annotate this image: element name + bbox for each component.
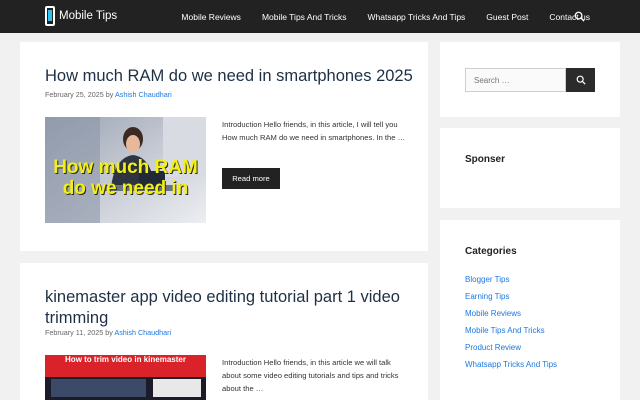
site-title[interactable]: Mobile Tips xyxy=(59,10,117,22)
read-more-button[interactable]: Read more xyxy=(222,168,280,189)
post-thumbnail[interactable]: How much RAM do we need in xyxy=(45,117,206,223)
category-link-blogger-tips[interactable]: Blogger Tips xyxy=(465,271,557,288)
thumbnail-panel xyxy=(153,379,201,397)
search-button[interactable] xyxy=(566,68,595,92)
post-author[interactable]: Ashish Chaudhari xyxy=(115,90,172,99)
post-author[interactable]: Ashish Chaudhari xyxy=(114,328,171,337)
post-meta: February 11, 2025 by Ashish Chaudhari xyxy=(45,328,171,337)
site-logo[interactable]: Mobile Tips xyxy=(45,5,117,27)
post-by: by xyxy=(105,328,113,337)
post-meta: February 25, 2025 by Ashish Chaudhari xyxy=(45,90,172,99)
post-title[interactable]: kinemaster app video editing tutorial pa… xyxy=(45,287,415,329)
nav-whatsapp-tricks-and-tips[interactable]: Whatsapp Tricks And Tips xyxy=(368,12,466,22)
search-input[interactable] xyxy=(465,68,566,92)
category-link-mobile-reviews[interactable]: Mobile Reviews xyxy=(465,305,557,322)
category-link-product-review[interactable]: Product Review xyxy=(465,339,557,356)
post-date[interactable]: February 25, 2025 xyxy=(45,90,104,99)
nav-guest-post[interactable]: Guest Post xyxy=(486,12,528,22)
search-icon xyxy=(576,75,586,85)
nav-mobile-reviews[interactable]: Mobile Reviews xyxy=(181,12,241,22)
phone-logo-icon xyxy=(45,6,55,26)
post-thumbnail[interactable]: How to trim video in kinemaster xyxy=(45,355,206,400)
widget-title-sponser: Sponser xyxy=(465,154,506,165)
post-thumbnail-caption: How to trim video in kinemaster xyxy=(65,355,186,364)
category-link-earning-tips[interactable]: Earning Tips xyxy=(465,288,557,305)
post-by: by xyxy=(105,90,114,99)
post-title[interactable]: How much RAM do we need in smartphones 2… xyxy=(45,66,413,87)
post-excerpt: Introduction Hello friends, in this arti… xyxy=(222,120,406,142)
category-link-mobile-tips-and-tricks[interactable]: Mobile Tips And Tricks xyxy=(465,322,557,339)
widget-title-categories: Categories xyxy=(465,246,517,257)
main-nav: Mobile Reviews Mobile Tips And Tricks Wh… xyxy=(160,0,590,33)
post-thumbnail-caption: How much RAM do we need in xyxy=(53,157,198,199)
post-excerpt: Introduction Hello friends, in this arti… xyxy=(222,358,399,393)
category-link-whatsapp-tricks-and-tips[interactable]: Whatsapp Tricks And Tips xyxy=(465,356,557,373)
site-header: Mobile Tips Mobile Reviews Mobile Tips A… xyxy=(0,0,640,33)
sponser-widget: Sponser xyxy=(440,128,620,208)
post-card: How much RAM do we need in smartphones 2… xyxy=(20,42,428,251)
category-list: Blogger Tips Earning Tips Mobile Reviews… xyxy=(465,271,557,373)
search-widget xyxy=(440,42,620,117)
thumbnail-video-frame xyxy=(51,379,146,397)
search-icon[interactable] xyxy=(574,11,585,22)
post-date[interactable]: February 11, 2025 xyxy=(45,328,103,337)
categories-widget: Categories Blogger Tips Earning Tips Mob… xyxy=(440,220,620,400)
nav-mobile-tips-and-tricks[interactable]: Mobile Tips And Tricks xyxy=(262,12,347,22)
post-card: kinemaster app video editing tutorial pa… xyxy=(20,263,428,400)
